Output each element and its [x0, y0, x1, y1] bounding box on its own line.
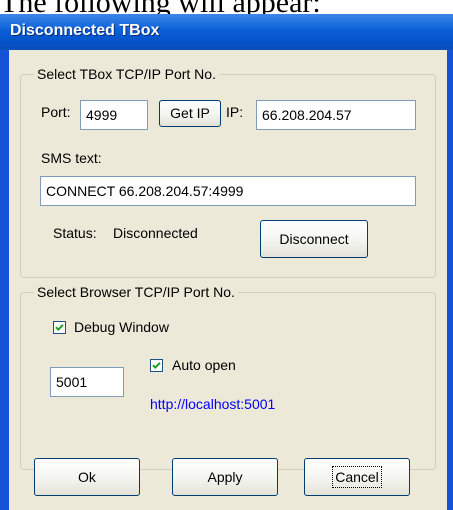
browser-port-input[interactable]: 5001 [50, 367, 124, 397]
auto-open-checkbox[interactable] [150, 359, 163, 372]
checkmark-icon [55, 324, 64, 332]
port-label: Port: [41, 104, 71, 120]
dialog-window: Disconnected TBox Select TBox TCP/IP Por… [0, 14, 453, 510]
get-ip-button[interactable]: Get IP [159, 100, 221, 127]
localhost-link[interactable]: http://localhost:5001 [150, 396, 275, 412]
debug-window-label: Debug Window [74, 319, 169, 335]
title-bar[interactable]: Disconnected TBox [0, 14, 453, 50]
ok-button[interactable]: Ok [34, 458, 140, 496]
status-label: Status: [53, 225, 97, 241]
disconnect-button-label: Disconnect [279, 231, 349, 247]
apply-button[interactable]: Apply [172, 458, 278, 496]
tbox-port-input[interactable]: 4999 [80, 100, 148, 130]
window-title: Disconnected TBox [10, 22, 160, 39]
ok-button-label: Ok [78, 469, 96, 485]
sms-text-input[interactable]: CONNECT 66.208.204.57:4999 [40, 176, 416, 206]
cancel-button-label: Cancel [332, 466, 382, 488]
cancel-button[interactable]: Cancel [304, 458, 410, 496]
ip-address-input[interactable]: 66.208.204.57 [256, 100, 416, 130]
window-border-right [447, 50, 453, 510]
window-border-left [0, 50, 9, 510]
debug-window-checkbox[interactable] [53, 321, 66, 334]
sms-text-label: SMS text: [41, 150, 102, 166]
browser-group-label: Select Browser TCP/IP Port No. [34, 284, 238, 300]
get-ip-button-label: Get IP [170, 105, 210, 121]
status-value: Disconnected [113, 225, 198, 241]
ip-label: IP: [226, 104, 244, 120]
disconnect-button[interactable]: Disconnect [260, 220, 368, 258]
checkmark-icon [152, 362, 161, 370]
tbox-group-label: Select TBox TCP/IP Port No. [34, 66, 219, 82]
auto-open-label: Auto open [172, 357, 236, 373]
apply-button-label: Apply [207, 469, 243, 485]
